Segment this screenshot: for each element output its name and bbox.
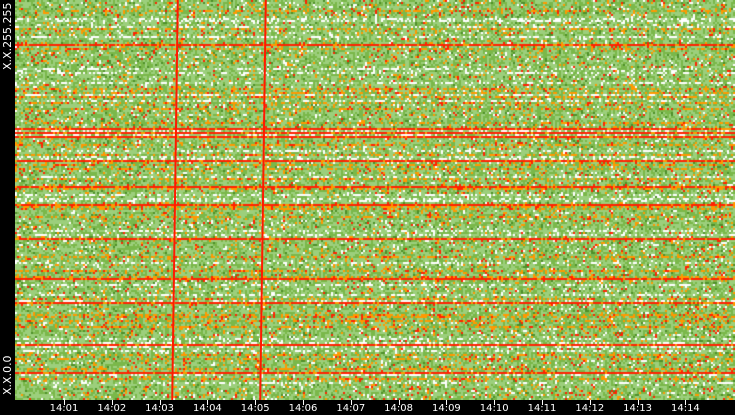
y-label-bottom: X.X.0.0: [1, 355, 14, 395]
x-tick-label: 14:06: [288, 403, 318, 414]
heatmap-plot: [15, 0, 735, 400]
x-tick-label: 14:05: [240, 403, 270, 414]
heatmap-cells: [15, 0, 735, 400]
y-axis: X.X.255.255 X.X.0.0: [0, 0, 15, 400]
x-tick-label: 14:10: [479, 403, 509, 414]
x-tick-label: 14:07: [336, 403, 366, 414]
x-tick-label: 14:09: [431, 403, 461, 414]
x-tick-label: 14:11: [527, 403, 557, 414]
x-tick-label: 14:02: [97, 403, 127, 414]
x-tick-label: 14:03: [145, 403, 175, 414]
y-label-top: X.X.255.255: [1, 2, 14, 70]
x-tick-label: 14:08: [384, 403, 414, 414]
x-tick-label: 14:13: [623, 403, 653, 414]
x-tick-label: 14:12: [575, 403, 605, 414]
x-axis: 14:01 14:02 14:03 14:04 14:05 14:06 14:07 14:08…: [0, 400, 735, 415]
x-tick-label: 14:04: [192, 403, 222, 414]
x-tick-label: 14:14: [670, 403, 700, 414]
x-tick-label: 14:01: [49, 403, 79, 414]
